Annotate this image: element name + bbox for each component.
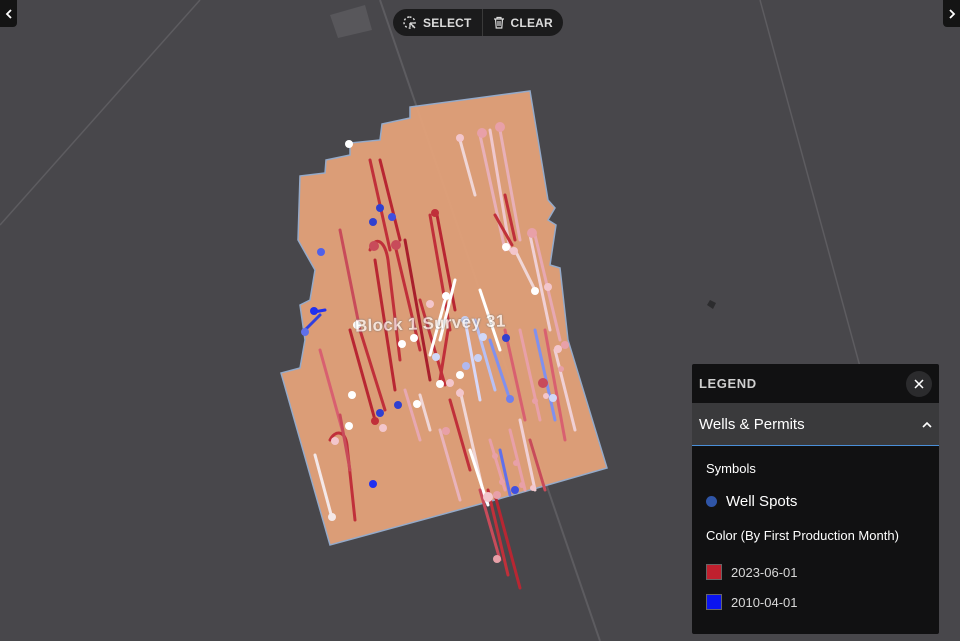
well-spot[interactable] bbox=[442, 427, 450, 435]
well-spot[interactable] bbox=[413, 400, 421, 408]
well-spot[interactable] bbox=[549, 394, 557, 402]
well-spot[interactable] bbox=[483, 492, 493, 502]
well-spot[interactable] bbox=[511, 486, 519, 494]
well-spot[interactable] bbox=[376, 409, 384, 417]
symbol-row: Well Spots bbox=[706, 493, 925, 510]
well-spot[interactable] bbox=[371, 417, 379, 425]
close-icon bbox=[914, 378, 924, 389]
select-label: SELECT bbox=[423, 15, 472, 30]
legend-header: LEGEND bbox=[692, 364, 939, 403]
well-spot[interactable] bbox=[502, 334, 510, 342]
well-spot[interactable] bbox=[538, 378, 548, 388]
well-spot[interactable] bbox=[301, 328, 309, 336]
map-toolbar: SELECT CLEAR bbox=[393, 9, 563, 36]
well-spot[interactable] bbox=[506, 395, 514, 403]
well-spot[interactable] bbox=[410, 334, 418, 342]
well-spot[interactable] bbox=[394, 401, 402, 409]
well-spot[interactable] bbox=[391, 240, 401, 250]
well-spot[interactable] bbox=[446, 379, 454, 387]
well-spot[interactable] bbox=[493, 555, 501, 563]
section-title: Wells & Permits bbox=[699, 415, 805, 433]
well-spot[interactable] bbox=[519, 482, 525, 488]
well-spot[interactable] bbox=[369, 218, 377, 226]
chevron-right-icon bbox=[948, 8, 955, 19]
select-button[interactable]: SELECT bbox=[393, 9, 482, 36]
clear-label: CLEAR bbox=[510, 15, 553, 30]
well-spot[interactable] bbox=[495, 122, 505, 132]
legend-panel: LEGEND Wells & Permits Symbols Well Spot… bbox=[692, 364, 939, 634]
well-spot[interactable] bbox=[369, 241, 379, 251]
well-spot[interactable] bbox=[369, 480, 377, 488]
legend-title: LEGEND bbox=[699, 376, 757, 391]
symbol-label: Well Spots bbox=[726, 493, 798, 510]
well-spot[interactable] bbox=[462, 362, 470, 370]
well-spot[interactable] bbox=[558, 366, 564, 372]
well-spot[interactable] bbox=[345, 422, 353, 430]
well-spot[interactable] bbox=[328, 513, 336, 521]
color-label: 2023-06-01 bbox=[731, 564, 798, 580]
color-row: 2023-06-01 bbox=[706, 564, 925, 580]
well-spot-symbol-icon bbox=[706, 496, 717, 507]
well-spot[interactable] bbox=[317, 248, 325, 256]
well-spot[interactable] bbox=[531, 287, 539, 295]
well-spot[interactable] bbox=[561, 341, 569, 349]
well-spot[interactable] bbox=[456, 371, 464, 379]
chevron-left-icon bbox=[5, 8, 12, 19]
well-spot[interactable] bbox=[499, 479, 505, 485]
color-label: 2010-04-01 bbox=[731, 594, 798, 610]
well-spot[interactable] bbox=[432, 353, 440, 361]
color-heading: Color (By First Production Month) bbox=[706, 528, 899, 543]
well-spot[interactable] bbox=[456, 134, 464, 142]
color-swatch bbox=[706, 594, 722, 610]
well-spot[interactable] bbox=[527, 228, 537, 238]
well-spot[interactable] bbox=[532, 398, 538, 404]
well-spot[interactable] bbox=[554, 345, 562, 353]
well-spot[interactable] bbox=[442, 292, 450, 300]
color-swatch bbox=[706, 564, 722, 580]
collapse-right-button[interactable] bbox=[943, 0, 960, 27]
well-spot[interactable] bbox=[456, 389, 464, 397]
well-spot[interactable] bbox=[474, 354, 482, 362]
well-spot[interactable] bbox=[492, 453, 498, 459]
map-marker-speck bbox=[707, 300, 716, 309]
well-spot[interactable] bbox=[431, 209, 439, 217]
well-spot[interactable] bbox=[345, 140, 353, 148]
legend-close-button[interactable] bbox=[906, 370, 932, 397]
well-spot[interactable] bbox=[477, 128, 487, 138]
well-spot[interactable] bbox=[543, 393, 549, 399]
clear-button[interactable]: CLEAR bbox=[483, 9, 563, 36]
well-spot[interactable] bbox=[331, 437, 339, 445]
well-spot[interactable] bbox=[513, 460, 519, 466]
well-spot[interactable] bbox=[510, 247, 518, 255]
well-spot[interactable] bbox=[348, 391, 356, 399]
select-lasso-icon bbox=[403, 15, 416, 29]
well-spot[interactable] bbox=[376, 204, 384, 212]
well-spot[interactable] bbox=[436, 380, 444, 388]
color-row: 2010-04-01 bbox=[706, 594, 925, 610]
well-spot[interactable] bbox=[502, 243, 510, 251]
well-spot[interactable] bbox=[398, 340, 406, 348]
well-spot[interactable] bbox=[379, 424, 387, 432]
well-spot[interactable] bbox=[310, 307, 318, 315]
well-spot[interactable] bbox=[479, 333, 487, 341]
well-spot[interactable] bbox=[426, 300, 434, 308]
well-spot[interactable] bbox=[530, 485, 536, 491]
legend-body: Symbols Well Spots Color (By First Produ… bbox=[692, 461, 939, 610]
collapse-left-button[interactable] bbox=[0, 0, 17, 27]
well-spot[interactable] bbox=[544, 283, 552, 291]
well-spot[interactable] bbox=[388, 213, 396, 221]
trash-icon bbox=[493, 16, 504, 29]
symbols-heading: Symbols bbox=[706, 461, 756, 476]
wells-permits-section-toggle[interactable]: Wells & Permits bbox=[692, 403, 939, 446]
well-spot[interactable] bbox=[493, 491, 501, 499]
chevron-up-icon bbox=[922, 421, 932, 428]
